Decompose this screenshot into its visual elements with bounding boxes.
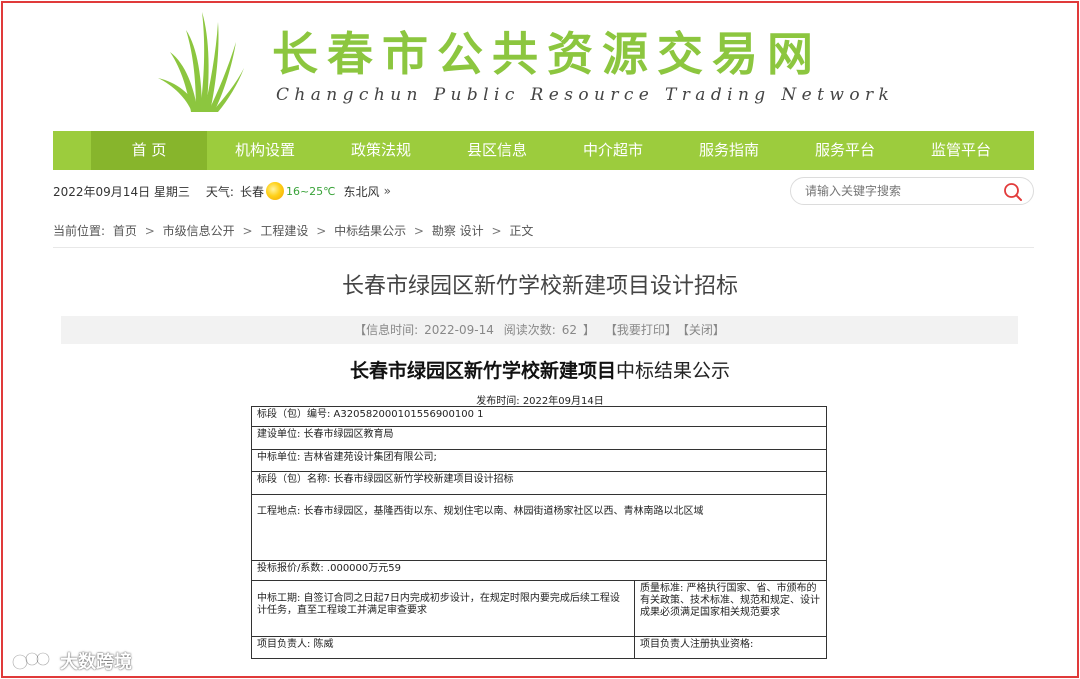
document-title-project: 长春市绿园区新竹学校新建项目	[349, 360, 616, 382]
nav-item-county[interactable]: 县区信息	[439, 131, 555, 170]
meta-time-label: 【信息时间:	[354, 323, 419, 337]
search-icon[interactable]	[1003, 182, 1023, 202]
main-nav: 首 页 机构设置 政策法规 县区信息 中介超市 服务指南 服务平台 监管平台	[53, 131, 1034, 170]
table-row: 标段（包）编号: A320582000101556900100 1	[251, 406, 827, 427]
breadcrumb-item-award-notice[interactable]: 中标结果公示	[334, 224, 406, 238]
search-box	[790, 177, 1034, 205]
breadcrumb-item-current: 正文	[509, 224, 534, 238]
breadcrumb-separator: >	[316, 224, 327, 238]
nav-item-service-platform[interactable]: 服务平台	[787, 131, 903, 170]
weather-more-link[interactable]: »	[384, 184, 391, 198]
breadcrumb-prefix: 当前位置:	[53, 224, 106, 238]
watermark-logo-icon	[12, 652, 55, 670]
nav-item-policy[interactable]: 政策法规	[323, 131, 439, 170]
current-date: 2022年09月14日 星期三	[53, 184, 190, 199]
article-meta: 【信息时间: 2022-09-14 阅读次数: 62 】 【我要打印】 【关闭】	[61, 316, 1018, 344]
info-bar: 2022年09月14日 星期三 天气: 长春 16~25℃ 东北风 »	[53, 182, 391, 200]
breadcrumb-separator: >	[413, 224, 424, 238]
builder-cell: 建设单位: 长春市绿园区教育局	[251, 426, 827, 450]
table-row: 标段（包）名称: 长春市绿园区新竹学校新建项目设计招标	[251, 471, 827, 495]
table-row: 建设单位: 长春市绿园区教育局	[251, 426, 827, 450]
breadcrumb-separator: >	[242, 224, 253, 238]
winner-cell: 中标单位: 吉林省建苑设计集团有限公司;	[251, 449, 827, 472]
divider	[53, 247, 1034, 248]
nav-item-agency-market[interactable]: 中介超市	[555, 131, 671, 170]
table-row: 项目负责人: 陈威 项目负责人注册执业资格:	[251, 636, 827, 659]
breadcrumb-item-home[interactable]: 首页	[113, 224, 137, 238]
weather-wind: 东北风	[343, 184, 380, 199]
meta-time: 2022-09-14	[424, 323, 494, 337]
breadcrumb-item-survey-design[interactable]: 勘察 设计	[432, 224, 484, 238]
bid-price-cell: 投标报价/系数: .000000万元59	[251, 560, 827, 581]
award-table: 标段（包）编号: A320582000101556900100 1 建设单位: …	[251, 406, 827, 659]
table-row: 工程地点: 长春市绿园区，基隆西街以东、规划住宅以南、林园街道杨家社区以西、青林…	[251, 494, 827, 561]
breadcrumb-item-engineering[interactable]: 工程建设	[260, 224, 308, 238]
section-name-cell: 标段（包）名称: 长春市绿园区新竹学校新建项目设计招标	[251, 471, 827, 495]
breadcrumb-item-city-info[interactable]: 市级信息公开	[163, 224, 235, 238]
close-button[interactable]: 【关闭】	[683, 323, 725, 337]
table-row: 投标报价/系数: .000000万元59	[251, 560, 827, 581]
nav-item-home[interactable]: 首 页	[91, 131, 207, 170]
weather-city: 长春	[239, 184, 264, 199]
print-button[interactable]: 【我要打印】	[605, 323, 677, 337]
publish-time: 发布时间: 2022年09月14日	[476, 396, 604, 407]
site-name-en: Changchun Public Resource Trading Networ…	[276, 85, 895, 105]
location-cell: 工程地点: 长春市绿园区，基隆西街以东、规划住宅以南、林园街道杨家社区以西、青林…	[251, 494, 827, 561]
manager-cell: 项目负责人: 陈威	[251, 636, 635, 659]
grass-logo-icon[interactable]	[156, 8, 246, 112]
nav-item-service-guide[interactable]: 服务指南	[671, 131, 787, 170]
document-title-suffix: 中标结果公示	[616, 360, 731, 382]
breadcrumb-separator: >	[144, 224, 155, 238]
quality-cell: 质量标准: 严格执行国家、省、市颁布的有关政策、技术标准、规范和规定、设计成果必…	[634, 580, 827, 637]
breadcrumb-separator: >	[491, 224, 502, 238]
watermark-text: 大数跨境	[60, 652, 132, 673]
watermark: 大数跨境	[12, 648, 132, 674]
meta-reads-label: 阅读次数:	[503, 323, 556, 337]
table-row: 中标工期: 自签订合同之日起7日内完成初步设计，在规定时限内要完成后续工程设计任…	[251, 580, 827, 637]
nav-item-supervision[interactable]: 监管平台	[903, 131, 1019, 170]
section-number-cell: 标段（包）编号: A320582000101556900100 1	[251, 406, 827, 427]
sun-icon	[265, 182, 284, 200]
breadcrumb: 当前位置: 首页 > 市级信息公开 > 工程建设 > 中标结果公示 > 勘察 设…	[53, 222, 537, 239]
search-input[interactable]	[805, 183, 995, 199]
article-title: 长春市绿园区新竹学校新建项目设计招标	[341, 274, 738, 299]
weather-temperature: 16~25℃	[285, 184, 336, 198]
duration-cell: 中标工期: 自签订合同之日起7日内完成初步设计，在规定时限内要完成后续工程设计任…	[251, 580, 635, 637]
site-name-cn[interactable]: 长春市公共资源交易网	[272, 18, 822, 84]
manager-cert-cell: 项目负责人注册执业资格:	[634, 636, 827, 659]
meta-bracket: 】	[583, 323, 596, 337]
nav-item-organization[interactable]: 机构设置	[207, 131, 323, 170]
site-header: 长春市公共资源交易网 Changchun Public Resource Tra…	[0, 0, 1080, 130]
document-title: 长春市绿园区新竹学校新建项目中标结果公示	[0, 356, 1080, 383]
meta-reads: 62	[561, 323, 578, 337]
weather-label: 天气:	[205, 184, 234, 199]
table-row: 中标单位: 吉林省建苑设计集团有限公司;	[251, 449, 827, 472]
